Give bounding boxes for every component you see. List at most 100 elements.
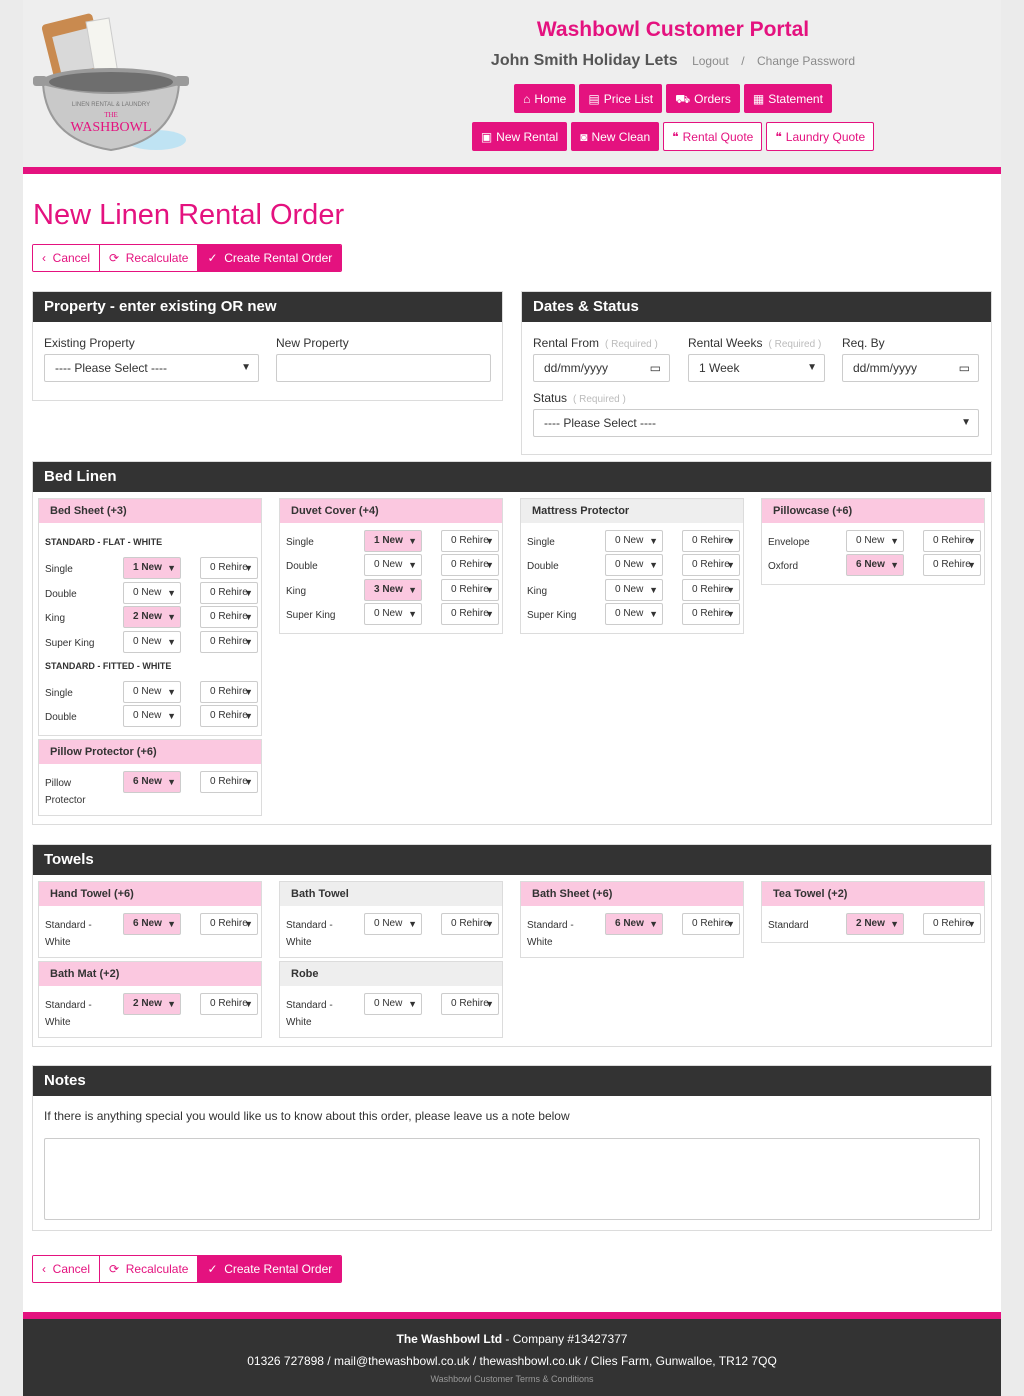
rehire-qty-select[interactable]: 0 Rehire ▼	[200, 681, 258, 703]
new-qty-select[interactable]: 6 New ▼	[123, 913, 181, 935]
logout-link[interactable]: Logout	[692, 54, 729, 68]
rehire-qty-select[interactable]: 0 Rehire ▼	[200, 913, 258, 935]
change-password-link[interactable]: Change Password	[757, 54, 855, 68]
new-qty-select[interactable]: 0 New ▼	[123, 705, 181, 727]
nav-home-button[interactable]: ⌂ Home	[514, 84, 576, 113]
nav-statement-button[interactable]: ▦ Statement	[743, 84, 832, 113]
new-qty-select[interactable]: 1 New ▼	[123, 557, 181, 579]
recalculate-button[interactable]: ⟳ Recalculate	[100, 1256, 199, 1282]
new-qty-select[interactable]: 1 New ▼	[364, 530, 422, 552]
new-qty-select[interactable]: 0 New ▼	[123, 631, 181, 653]
item-row: Double 0 New ▼ 0 Rehire ▼	[527, 554, 741, 576]
rehire-qty-select[interactable]: 0 Rehire ▼	[923, 554, 981, 576]
new-qty-select[interactable]: 2 New ▼	[846, 913, 904, 935]
new-qty-select[interactable]: 6 New ▼	[605, 913, 663, 935]
rental-from-date[interactable]: dd/mm/yyyy ▭	[533, 354, 670, 382]
rehire-qty-value: 0 Rehire	[451, 998, 489, 1009]
terms-link[interactable]: Washbowl Customer Terms & Conditions	[23, 1374, 1001, 1384]
new-qty-select[interactable]: 0 New ▼	[123, 681, 181, 703]
rehire-qty-select[interactable]: 0 Rehire ▼	[923, 530, 981, 552]
new-qty-select[interactable]: 0 New ▼	[364, 913, 422, 935]
chevron-down-icon: ▼	[649, 536, 658, 546]
nav-new-rental-button[interactable]: ▣ New Rental	[471, 122, 568, 151]
create-label: Create Rental Order	[224, 1262, 333, 1276]
rehire-qty-select[interactable]: 0 Rehire ▼	[441, 554, 499, 576]
cancel-button[interactable]: ‹ Cancel	[33, 1256, 101, 1282]
portal-title: Washbowl Customer Portal	[536, 18, 810, 41]
new-qty-select[interactable]: 6 New ▼	[846, 554, 904, 576]
new-qty-select[interactable]: 0 New ▼	[605, 554, 663, 576]
new-qty-value: 0 New	[615, 608, 644, 619]
footer-contact[interactable]: 01326 727898 / mail@thewashbowl.co.uk / …	[23, 1354, 1001, 1368]
new-qty-select[interactable]: 0 New ▼	[605, 579, 663, 601]
rehire-qty-select[interactable]: 0 Rehire ▼	[200, 993, 258, 1015]
rehire-qty-value: 0 Rehire	[933, 559, 971, 570]
bed-linen-heading: Bed Linen	[33, 462, 991, 492]
calendar-icon[interactable]: ▭	[650, 355, 661, 381]
create-rental-order-button[interactable]: ✓ Create Rental Order	[198, 1256, 342, 1282]
rehire-qty-select[interactable]: 0 Rehire ▼	[441, 530, 499, 552]
rehire-qty-select[interactable]: 0 Rehire ▼	[441, 913, 499, 935]
rehire-qty-select[interactable]: 0 Rehire ▼	[200, 631, 258, 653]
new-qty-select[interactable]: 0 New ▼	[605, 530, 663, 552]
rehire-qty-value: 0 Rehire	[451, 584, 489, 595]
new-property-input[interactable]	[276, 354, 491, 382]
notes-textarea[interactable]	[44, 1138, 980, 1220]
nav-orders-button[interactable]: ⛟ Orders	[666, 84, 740, 113]
req-by-date[interactable]: dd/mm/yyyy ▭	[842, 354, 979, 382]
rental-weeks-select[interactable]: 1 Week ▼	[688, 354, 825, 382]
rehire-qty-select[interactable]: 0 Rehire ▼	[200, 771, 258, 793]
duvet-cover-card: Duvet Cover (+4) Single 1 New ▼ 0 Rehire ▼ D…	[279, 498, 503, 634]
chevron-down-icon: ▼	[167, 637, 176, 647]
row-label: King	[286, 586, 307, 597]
new-qty-select[interactable]: 2 New ▼	[123, 606, 181, 628]
row-label: Standard	[768, 920, 809, 931]
rehire-qty-select[interactable]: 0 Rehire ▼	[923, 913, 981, 935]
new-qty-select[interactable]: 3 New ▼	[364, 579, 422, 601]
chevron-down-icon: ▼	[408, 560, 417, 570]
new-qty-select[interactable]: 0 New ▼	[364, 993, 422, 1015]
washbowl-logo[interactable]: LINEN RENTAL & LAUNDRY THE WASHBOWL	[31, 10, 191, 160]
calendar-icon[interactable]: ▭	[959, 355, 970, 381]
rehire-qty-select[interactable]: 0 Rehire ▼	[682, 579, 740, 601]
page-title: New Linen Rental Order	[33, 199, 345, 231]
new-qty-select[interactable]: 0 New ▼	[364, 603, 422, 625]
new-qty-value: 1 New	[133, 562, 162, 573]
existing-property-select[interactable]: ---- Please Select ---- ▼	[44, 354, 259, 382]
notes-heading: Notes	[33, 1066, 991, 1096]
refresh-icon: ⟳	[109, 251, 120, 265]
nav-price-list-button[interactable]: ▤ Price List	[579, 84, 663, 113]
new-qty-select[interactable]: 0 New ▼	[846, 530, 904, 552]
chevron-down-icon: ▼	[649, 560, 658, 570]
create-rental-order-button[interactable]: ✓ Create Rental Order	[198, 245, 342, 271]
new-qty-select[interactable]: 6 New ▼	[123, 771, 181, 793]
new-qty-select[interactable]: 0 New ▼	[364, 554, 422, 576]
new-qty-select[interactable]: 2 New ▼	[123, 993, 181, 1015]
rehire-qty-select[interactable]: 0 Rehire ▼	[441, 579, 499, 601]
item-row: Double 0 New ▼ 0 Rehire ▼	[45, 582, 259, 604]
recalculate-button[interactable]: ⟳ Recalculate	[100, 245, 199, 271]
rehire-qty-value: 0 Rehire	[210, 776, 248, 787]
new-qty-select[interactable]: 0 New ▼	[123, 582, 181, 604]
rehire-qty-select[interactable]: 0 Rehire ▼	[200, 557, 258, 579]
rehire-qty-select[interactable]: 0 Rehire ▼	[682, 603, 740, 625]
row-label: Double	[527, 561, 559, 572]
status-select[interactable]: ---- Please Select ---- ▼	[533, 409, 979, 437]
rehire-qty-select[interactable]: 0 Rehire ▼	[200, 606, 258, 628]
rehire-qty-select[interactable]: 0 Rehire ▼	[682, 554, 740, 576]
cancel-button[interactable]: ‹ Cancel	[33, 245, 101, 271]
rehire-qty-select[interactable]: 0 Rehire ▼	[200, 705, 258, 727]
rehire-qty-select[interactable]: 0 Rehire ▼	[441, 603, 499, 625]
new-qty-select[interactable]: 0 New ▼	[605, 603, 663, 625]
rehire-qty-select[interactable]: 0 Rehire ▼	[682, 530, 740, 552]
rehire-qty-select[interactable]: 0 Rehire ▼	[200, 582, 258, 604]
notes-prompt: If there is anything special you would l…	[44, 1109, 570, 1123]
rehire-qty-select[interactable]: 0 Rehire ▼	[682, 913, 740, 935]
nav-rental-quote-button[interactable]: ❝ Rental Quote	[663, 122, 763, 151]
rehire-qty-value: 0 Rehire	[692, 918, 730, 929]
rehire-qty-select[interactable]: 0 Rehire ▼	[441, 993, 499, 1015]
footer: The Washbowl Ltd - Company #13427377 013…	[23, 1312, 1001, 1396]
nav-new-clean-button[interactable]: ◙ New Clean	[571, 122, 660, 151]
nav-laundry-quote-button[interactable]: ❝ Laundry Quote	[766, 122, 875, 151]
rehire-qty-value: 0 Rehire	[210, 636, 248, 647]
